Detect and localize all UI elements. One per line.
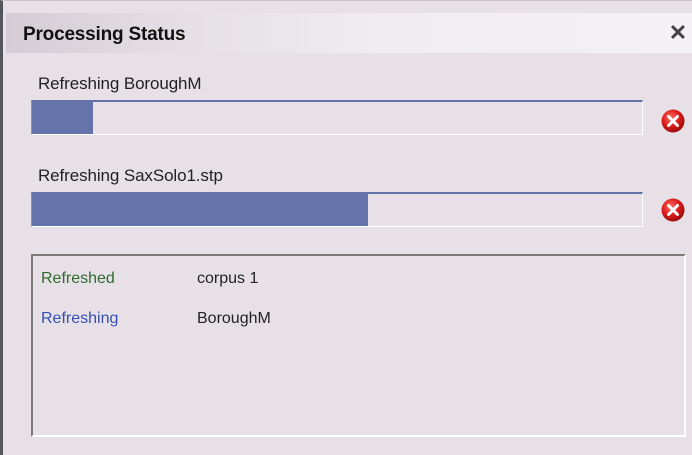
status-log[interactable]: Refreshed corpus 1 Refreshing BoroughM xyxy=(31,254,686,437)
cancel-icon[interactable] xyxy=(660,108,686,134)
progress-bar xyxy=(31,192,643,227)
cancel-icon[interactable] xyxy=(660,197,686,223)
log-item-name: corpus 1 xyxy=(197,270,259,287)
progress-fill xyxy=(32,194,368,226)
log-item-name: BoroughM xyxy=(197,310,271,327)
task-label: Refreshing BoroughM xyxy=(38,74,202,93)
task-label: Refreshing SaxSolo1.stp xyxy=(38,166,223,185)
window-title: Processing Status xyxy=(23,24,186,45)
progress-fill xyxy=(32,102,93,134)
progress-bar xyxy=(31,100,643,135)
close-icon[interactable]: ✕ xyxy=(668,20,688,46)
log-status: Refreshing xyxy=(41,310,119,327)
processing-status-window: Processing Status ✕ Refreshing BoroughM … xyxy=(0,0,692,455)
log-status: Refreshed xyxy=(41,270,115,287)
